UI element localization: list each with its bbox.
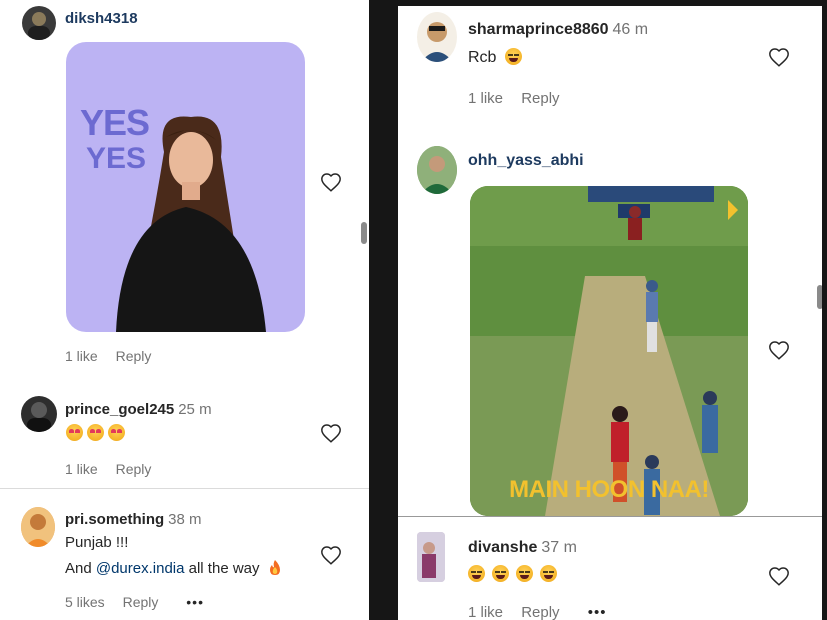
laughing-emoji-icon <box>492 565 509 582</box>
mention-link[interactable]: @durex.india <box>96 560 185 577</box>
laughing-emoji-icon <box>516 565 533 582</box>
username-text[interactable]: sharmaprince8860 <box>468 21 609 38</box>
avatar[interactable] <box>22 6 56 40</box>
avatar[interactable] <box>417 146 457 194</box>
comment-emojis <box>66 424 129 442</box>
comment-username[interactable]: diksh4318 <box>65 10 138 27</box>
like-count[interactable]: 5 likes <box>65 594 105 610</box>
like-count[interactable]: 1 like <box>468 90 503 107</box>
woman-figure-illustration <box>116 116 266 332</box>
cricket-pitch-scene <box>470 186 748 516</box>
timestamp: 38 m <box>168 511 202 528</box>
left-comment-panel: diksh4318 YES YES 1 like Reply prince_go… <box>0 0 369 620</box>
like-heart-icon[interactable] <box>320 172 342 194</box>
laughing-emoji-icon <box>468 565 485 582</box>
comment-meta: 1 like Reply <box>65 461 165 477</box>
like-heart-icon[interactable] <box>320 423 342 445</box>
divider-line <box>0 488 369 489</box>
scrollbar-thumb[interactable] <box>361 222 367 244</box>
comment-meta: 1 like Reply ••• <box>468 604 621 620</box>
reply-button[interactable]: Reply <box>116 348 152 364</box>
comment-username[interactable]: pri.something 38 m <box>65 511 202 528</box>
username-text[interactable]: pri.something <box>65 511 164 528</box>
text-fragment: all the way <box>184 560 260 577</box>
comment-username[interactable]: ohh_yass_abhi <box>468 152 584 170</box>
comment-username[interactable]: prince_goel245 25 m <box>65 401 212 418</box>
gif-attachment[interactable]: MAIN HOON NAA! <box>470 186 748 516</box>
comment-meta: 1 like Reply <box>468 90 574 107</box>
heart-eyes-emoji-icon <box>66 424 83 441</box>
player-umpire <box>702 391 718 453</box>
reply-button[interactable]: Reply <box>116 461 152 477</box>
divider-line <box>398 516 827 517</box>
avatar[interactable] <box>21 396 57 432</box>
avatar[interactable] <box>417 532 445 582</box>
comment-username[interactable]: sharmaprince8860 46 m <box>468 21 648 39</box>
comment-text-line-2: And @durex.india all the way <box>65 559 282 577</box>
like-count[interactable]: 1 like <box>65 461 98 477</box>
like-heart-icon[interactable] <box>320 545 342 567</box>
panel-separator <box>369 0 398 620</box>
comment-meta: 5 likes Reply ••• <box>65 594 218 610</box>
like-heart-icon[interactable] <box>768 566 790 588</box>
reply-button[interactable]: Reply <box>521 90 559 107</box>
reply-button[interactable]: Reply <box>123 594 159 610</box>
comment-username[interactable]: divanshe 37 m <box>468 539 577 557</box>
text-fragment: And <box>65 560 96 577</box>
comment-text: Rcb <box>468 48 526 67</box>
comment-text-line-1: Punjab !!! <box>65 534 129 551</box>
laughing-emoji-icon <box>540 565 557 582</box>
like-heart-icon[interactable] <box>768 340 790 362</box>
reply-button[interactable]: Reply <box>521 604 559 620</box>
comment-meta: 1 like Reply <box>65 348 165 364</box>
heart-eyes-emoji-icon <box>87 424 104 441</box>
scrollbar-edge <box>822 0 827 620</box>
more-options-button[interactable]: ••• <box>588 604 607 620</box>
avatar[interactable] <box>417 12 457 62</box>
laughing-emoji-icon <box>504 48 522 65</box>
gif-caption: MAIN HOON NAA! <box>509 476 709 503</box>
heart-eyes-emoji-icon <box>108 424 125 441</box>
right-comment-panel: sharmaprince8860 46 m Rcb 1 like Reply oh… <box>398 0 827 620</box>
player-fielder <box>628 206 642 240</box>
username-text[interactable]: prince_goel245 <box>65 401 174 418</box>
top-black-bar <box>398 0 827 6</box>
comment-emojis <box>468 565 561 583</box>
more-options-button[interactable]: ••• <box>186 594 204 610</box>
timestamp: 37 m <box>541 539 577 556</box>
like-heart-icon[interactable] <box>768 47 790 69</box>
gif-attachment[interactable]: YES YES <box>66 42 305 332</box>
timestamp: 46 m <box>612 21 649 38</box>
text-fragment: Rcb <box>468 49 497 66</box>
username-text[interactable]: divanshe <box>468 539 537 556</box>
like-count[interactable]: 1 like <box>468 604 503 620</box>
like-count[interactable]: 1 like <box>65 348 98 364</box>
avatar[interactable] <box>21 507 55 547</box>
fire-emoji-icon <box>269 560 280 575</box>
timestamp: 25 m <box>178 401 212 418</box>
